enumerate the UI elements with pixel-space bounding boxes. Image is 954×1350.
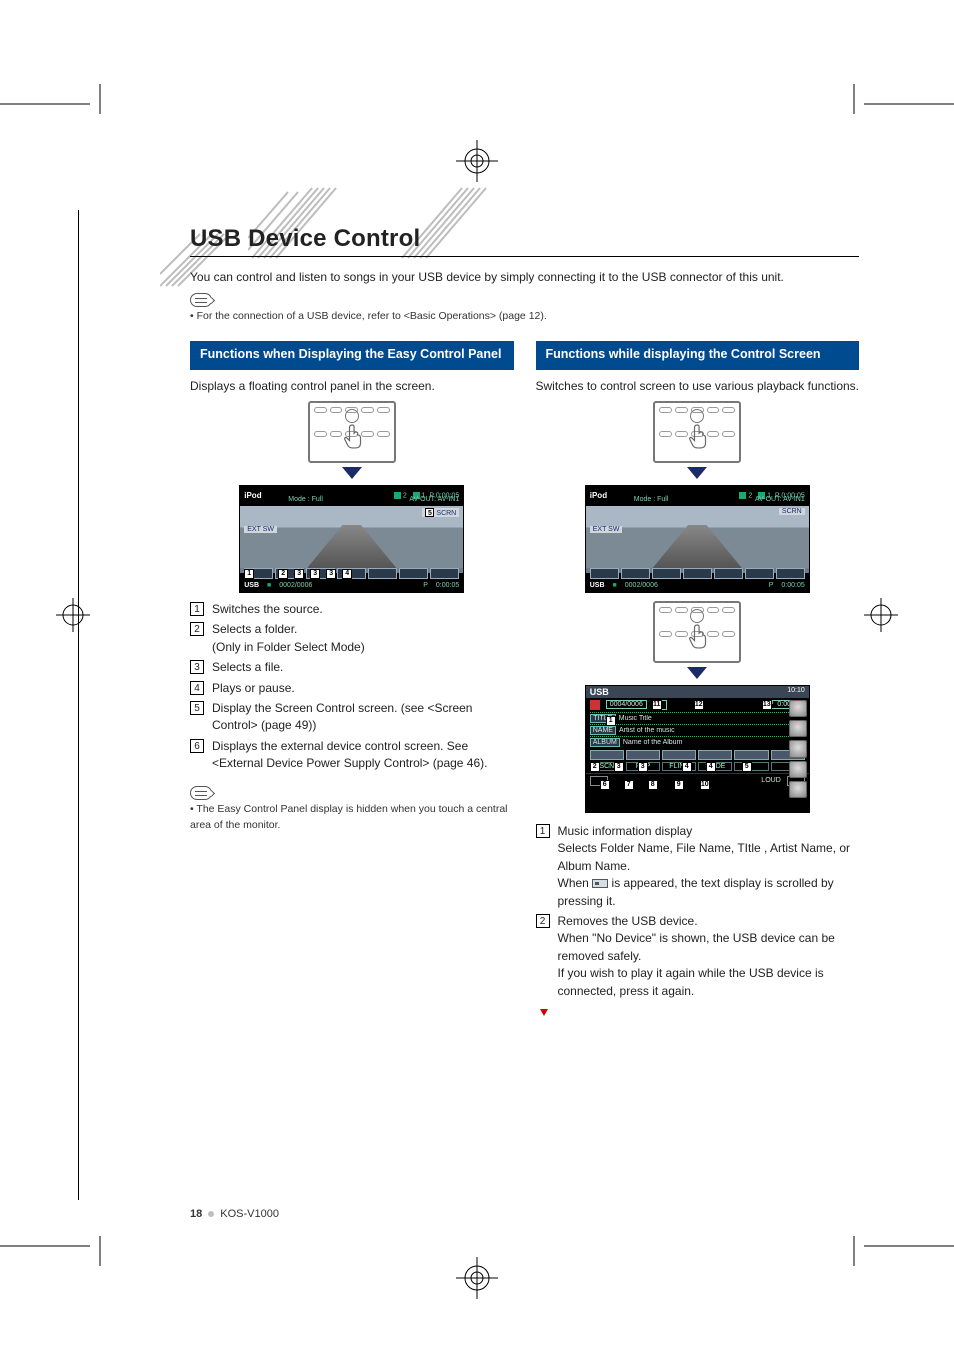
clock: 10:10 <box>787 687 805 694</box>
crop-mark-top-right <box>834 84 954 124</box>
source-label: iPod <box>244 491 261 500</box>
scrn-button: 5SCRN <box>422 508 459 517</box>
bottom-track: 0002/0006 <box>279 582 312 589</box>
right-column: Functions while displaying the Control S… <box>536 341 860 1016</box>
hand-icon <box>689 623 711 649</box>
note-block <box>190 786 514 801</box>
continued-arrow-icon <box>540 1009 548 1016</box>
section-lead: You can control and listen to songs in y… <box>190 269 859 286</box>
easy-panel-screenshot: iPod 2 1 P 0:00:05 Mode : Full AV-OUT: A… <box>239 485 464 593</box>
crop-mark-top-left <box>0 84 120 124</box>
legend-text: Displays the external device control scr… <box>212 739 487 770</box>
scroll-icon <box>592 879 608 888</box>
mode-label: Mode : Full <box>288 496 323 503</box>
usb-title: USB <box>590 687 609 697</box>
legend-text: Music information display <box>558 824 693 838</box>
arrow-down-icon <box>687 467 707 479</box>
bottom-time: 0:00:05 <box>781 582 804 589</box>
right-panel-intro: Switches to control screen to use variou… <box>536 378 860 395</box>
left-panel-intro: Displays a floating control panel in the… <box>190 378 514 395</box>
control-screen-screenshot: iPod 2 1 P 0:00:05 Mode : Full AV-OUT: A… <box>585 485 810 593</box>
info-line: Name of the Album <box>623 739 805 746</box>
info-line: Music Title <box>619 715 805 722</box>
hand-icon <box>344 423 366 449</box>
easy-panel-footnote: The Easy Control Panel display is hidden… <box>190 802 514 834</box>
source-label: iPod <box>590 491 607 500</box>
usb-control-screenshot: USB 10:10 0004/0006 P 0:00:05 TITLEMusic… <box>585 685 810 813</box>
legend-text: Display the Screen Control screen. (see … <box>212 701 472 732</box>
registration-mark-right <box>864 598 898 635</box>
track-counter: 0004/0006 <box>606 700 647 709</box>
page-content: USB Device Control You can control and l… <box>190 225 859 1185</box>
note-icon <box>190 293 212 307</box>
legend-subtext: When "No Device" is shown, the USB devic… <box>558 930 860 965</box>
easy-panel-legend: 1Switches the source. 2Selects a folder.… <box>190 601 514 776</box>
control-screen-legend: 1 Music information display Selects Fold… <box>536 823 860 1003</box>
note-icon <box>190 786 212 800</box>
connection-note: For the connection of a USB device, refe… <box>190 309 859 325</box>
crop-mark-bottom-left <box>0 1226 120 1266</box>
bottom-source: USB <box>244 582 259 589</box>
avout-label: AV-OUT: AV-IN1 <box>409 496 459 503</box>
note-block <box>190 292 859 307</box>
bottom-track: 0002/0006 <box>625 582 658 589</box>
footer-dot-icon <box>208 1211 214 1217</box>
bottom-source: USB <box>590 582 605 589</box>
legend-subtext: Selects Folder Name, File Name, TItle , … <box>558 840 860 875</box>
arrow-down-icon <box>687 667 707 679</box>
device-illustration <box>308 401 396 463</box>
legend-text: Removes the USB device. <box>558 914 698 928</box>
legend-subtext: (Only in Folder Select Mode) <box>212 639 514 656</box>
registration-mark-top <box>456 140 498 185</box>
bottom-play: P <box>423 582 428 589</box>
legend-text: Switches the source. <box>212 602 323 616</box>
arrow-down-icon <box>342 467 362 479</box>
legend-text: Selects a file. <box>212 660 283 674</box>
right-panel-heading: Functions while displaying the Control S… <box>536 341 860 370</box>
loud-label: LOUD <box>761 777 780 784</box>
info-line: Artist of the music <box>619 727 805 734</box>
device-illustration <box>653 601 741 663</box>
scrn-button: SCRN <box>779 508 805 515</box>
page-number: 18 <box>190 1208 202 1220</box>
bottom-play: P <box>769 582 774 589</box>
model-number: KOS-V1000 <box>220 1208 279 1220</box>
page-footer: 18 KOS-V1000 <box>190 1208 279 1220</box>
device-illustration <box>653 401 741 463</box>
legend-subtext: If you wish to play it again while the U… <box>558 965 860 1000</box>
legend-text: Plays or pause. <box>212 681 295 695</box>
printer-left-rule <box>78 210 79 1200</box>
screenshot-callouts: 1 2 3 3 3 4 <box>244 569 459 579</box>
hand-icon <box>689 423 711 449</box>
registration-mark-bottom <box>456 1257 498 1302</box>
extsw-button: EXT SW <box>244 526 277 533</box>
registration-mark-left <box>56 598 90 635</box>
avout-label: AV-OUT: AV-IN1 <box>755 496 805 503</box>
left-panel-heading: Functions when Displaying the Easy Contr… <box>190 341 514 370</box>
legend-subtext: When is appeared, the text display is sc… <box>558 875 860 910</box>
section-heading: USB Device Control <box>190 225 859 257</box>
bottom-time: 0:00:05 <box>436 582 459 589</box>
legend-text: Selects a folder. <box>212 622 297 636</box>
mode-label: Mode : Full <box>634 496 669 503</box>
left-column: Functions when Displaying the Easy Contr… <box>190 341 514 1016</box>
extsw-button: EXT SW <box>590 526 623 533</box>
crop-mark-bottom-right <box>834 1226 954 1266</box>
